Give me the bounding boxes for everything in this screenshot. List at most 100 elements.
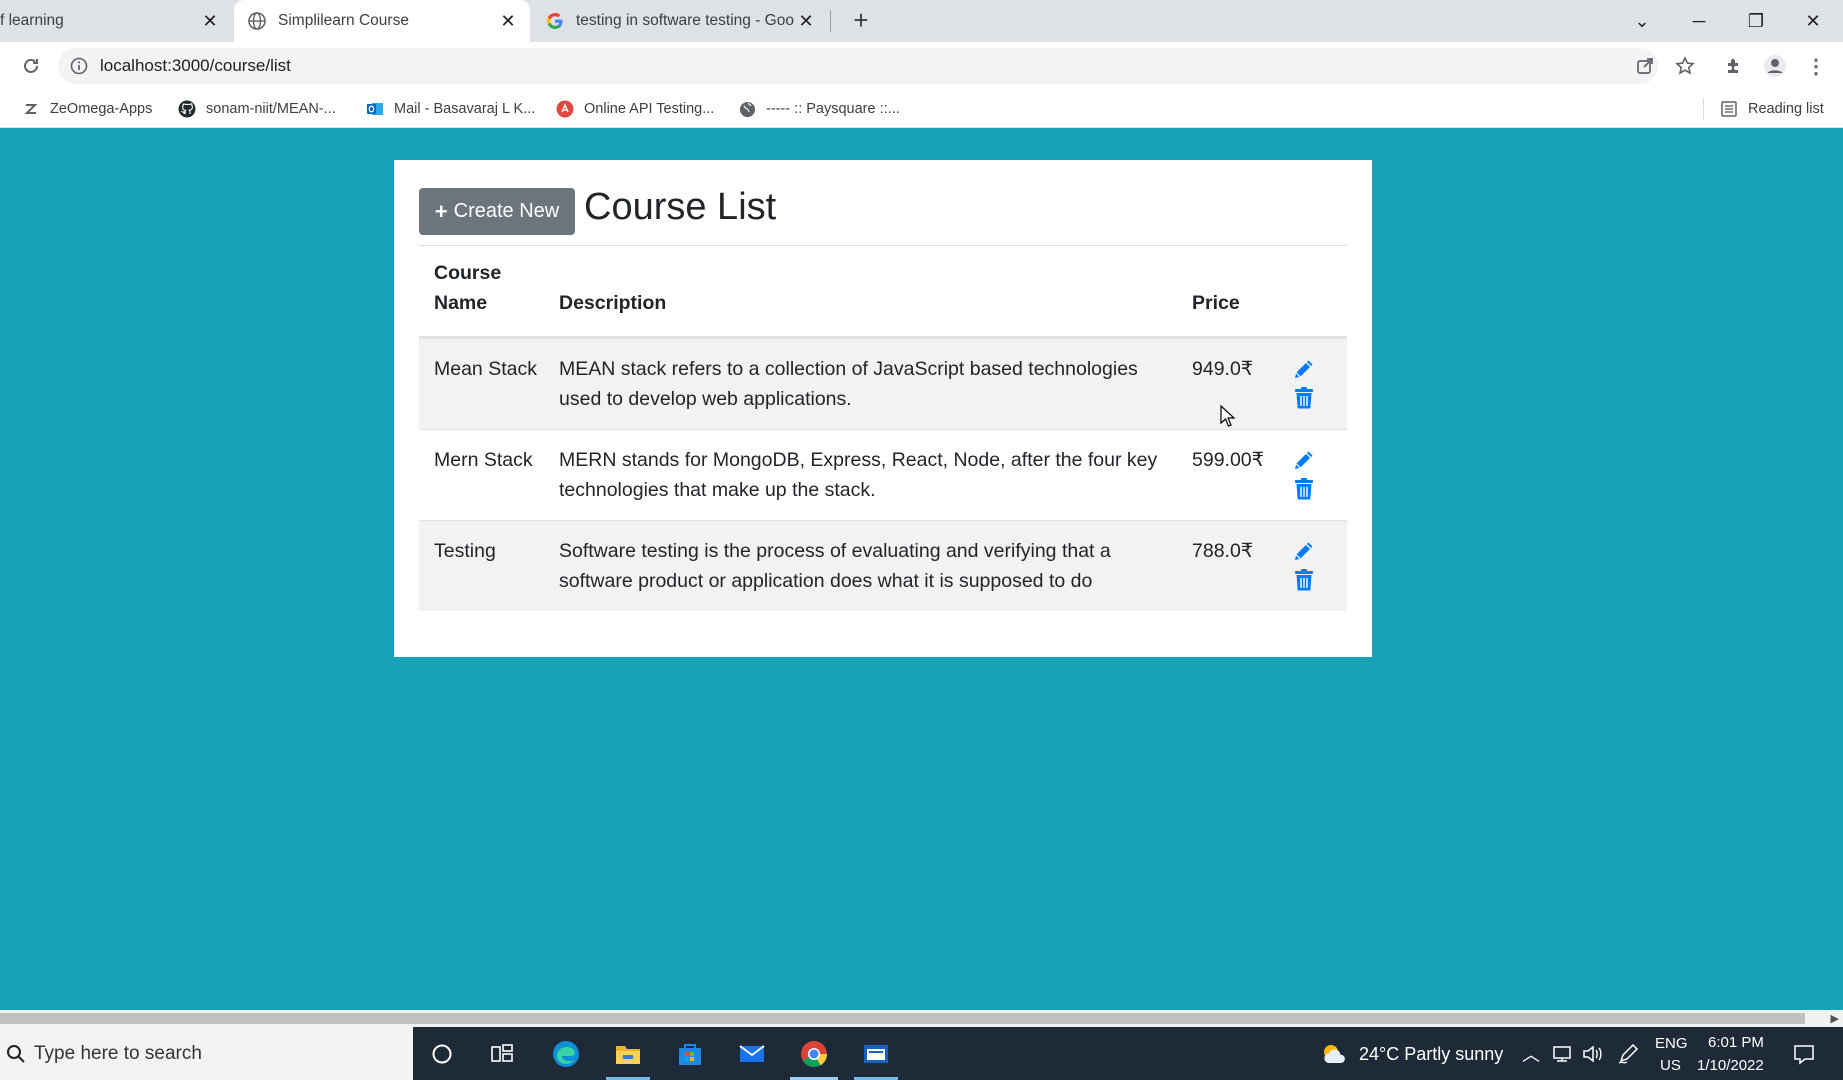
language-indicator[interactable]: ENG <box>1655 1035 1688 1052</box>
scrollbar-thumb[interactable] <box>0 1013 1805 1024</box>
delete-trash-icon[interactable] <box>1291 476 1317 502</box>
edit-pencil-icon[interactable] <box>1291 538 1317 564</box>
weather-text[interactable]: 24°C Partly sunny <box>1359 1044 1503 1065</box>
file-explorer-icon[interactable] <box>610 1036 646 1072</box>
app-window-icon[interactable] <box>858 1036 894 1072</box>
bookmark-item[interactable]: Online API Testing... <box>556 90 714 128</box>
page-title: Course List <box>584 186 777 228</box>
clock-date[interactable]: 1/10/2022 <box>1697 1057 1764 1074</box>
bookmark-label: sonam-niit/MEAN-... <box>206 101 336 117</box>
weather-icon[interactable] <box>1316 1036 1352 1072</box>
tab-learning[interactable]: f learning ✕ <box>0 0 232 42</box>
course-price: 949.0₹ <box>1192 358 1254 380</box>
tab-simplilearn-course[interactable]: Simplilearn Course ✕ <box>234 0 530 42</box>
bookmark-item[interactable]: Mail - Basavaraj L K... <box>366 90 535 128</box>
address-bar[interactable]: localhost:3000/course/list <box>58 48 1658 84</box>
edge-browser-icon[interactable] <box>548 1036 584 1072</box>
close-tab-icon[interactable]: ✕ <box>498 11 518 31</box>
tab-search-chevron-icon[interactable]: ⌄ <box>1625 4 1659 38</box>
scroll-right-arrow-icon[interactable]: ▶ <box>1831 1012 1839 1025</box>
bookmark-label: ZeOmega-Apps <box>50 101 153 117</box>
clock-time[interactable]: 6:01 PM <box>1708 1034 1764 1051</box>
course-price: 788.0₹ <box>1192 540 1254 562</box>
delete-trash-icon[interactable] <box>1291 385 1317 411</box>
menu-kebab-icon[interactable]: ⋮ <box>1802 52 1830 80</box>
course-name: Testing <box>434 540 496 562</box>
new-tab-button[interactable]: + <box>846 6 876 36</box>
close-tab-icon[interactable]: ✕ <box>796 11 816 31</box>
bookmark-label: Mail - Basavaraj L K... <box>394 101 536 117</box>
tab-separator <box>830 10 831 32</box>
column-header-course-name: Course Name <box>434 262 502 314</box>
minimize-icon[interactable]: ─ <box>1682 4 1716 38</box>
restore-icon[interactable]: ❐ <box>1739 4 1773 38</box>
search-placeholder: Type here to search <box>34 1042 202 1064</box>
browser-toolbar: localhost:3000/course/list ⋮ <box>0 42 1843 90</box>
mouse-cursor-icon <box>1220 405 1236 427</box>
close-window-icon[interactable]: ✕ <box>1796 4 1830 38</box>
api-testing-icon <box>556 100 574 118</box>
course-description: MERN stands for MongoDB, Express, React,… <box>559 449 1158 501</box>
notifications-icon[interactable] <box>1786 1036 1822 1072</box>
globe-icon <box>248 12 266 30</box>
chrome-icon[interactable] <box>796 1036 832 1072</box>
volume-icon[interactable] <box>1574 1036 1610 1072</box>
delete-trash-icon[interactable] <box>1291 567 1317 593</box>
tab-title: f learning <box>0 12 64 29</box>
github-icon <box>178 100 196 118</box>
show-hidden-icons-chevron-icon[interactable]: ︿ <box>1522 1041 1540 1067</box>
horizontal-scrollbar[interactable]: ▶ <box>0 1010 1843 1027</box>
column-header-price: Price <box>1192 292 1240 314</box>
reload-icon[interactable] <box>17 52 45 80</box>
tab-strip: f learning ✕ Simplilearn Course ✕ testin… <box>0 0 1843 42</box>
tab-title: Simplilearn Course <box>278 12 409 29</box>
mail-icon[interactable] <box>734 1036 770 1072</box>
column-header-description: Description <box>559 292 667 314</box>
zeomega-icon <box>22 100 40 118</box>
bookmark-item[interactable]: ZeOmega-Apps <box>22 90 152 128</box>
region-indicator[interactable]: US <box>1660 1057 1681 1074</box>
course-name: Mern Stack <box>434 449 533 471</box>
windows-taskbar: Type here to search 24°C Partly sunny ︿ … <box>0 1027 1843 1080</box>
course-name: Mean Stack <box>434 358 537 380</box>
close-tab-icon[interactable]: ✕ <box>200 11 220 31</box>
edit-pencil-icon[interactable] <box>1291 356 1317 382</box>
bookmark-item[interactable]: sonam-niit/MEAN-... <box>178 90 336 128</box>
search-icon <box>7 1044 25 1063</box>
share-icon[interactable] <box>1631 52 1659 80</box>
bookmark-item[interactable]: ----- :: Paysquare ::... <box>738 90 900 128</box>
info-icon[interactable] <box>70 57 88 75</box>
edit-pencil-icon[interactable] <box>1291 447 1317 473</box>
profile-avatar-icon[interactable] <box>1761 52 1789 80</box>
cortana-icon[interactable] <box>424 1036 460 1072</box>
google-icon <box>547 13 563 29</box>
bookmark-star-icon[interactable] <box>1671 52 1699 80</box>
plus-icon: + <box>434 198 448 224</box>
extensions-icon[interactable] <box>1720 52 1748 80</box>
create-new-label: Create New <box>453 200 560 222</box>
reading-list-icon <box>1720 100 1738 118</box>
table-row: Mern Stack MERN stands for MongoDB, Expr… <box>419 429 1347 520</box>
course-price: 599.00₹ <box>1192 449 1265 471</box>
table-header: Course Name Description Price <box>419 246 1347 338</box>
tab-google-search[interactable]: testing in software testing - Goo ✕ <box>532 0 828 42</box>
bookmark-label: ----- :: Paysquare ::... <box>766 101 900 117</box>
table-row: Testing Software testing is the process … <box>419 520 1347 611</box>
taskbar-search-box[interactable]: Type here to search <box>0 1027 413 1080</box>
url-text: localhost:3000/course/list <box>100 56 291 75</box>
bookmarks-bar: ZeOmega-Apps sonam-niit/MEAN-... Mail - … <box>0 90 1843 128</box>
outlook-icon <box>366 100 384 118</box>
microsoft-store-icon[interactable] <box>672 1036 708 1072</box>
bookmarks-separator <box>1703 98 1704 120</box>
create-new-button[interactable]: + Create New <box>419 188 575 235</box>
course-description: MEAN stack refers to a collection of Jav… <box>559 358 1138 410</box>
pen-ink-icon[interactable] <box>1610 1036 1646 1072</box>
course-description: Software testing is the process of evalu… <box>559 540 1111 592</box>
reading-list-label: Reading list <box>1748 101 1824 117</box>
course-table: Course Name Description Price Mean Stack… <box>419 246 1347 611</box>
tab-title: testing in software testing - Goo <box>576 12 794 29</box>
table-row: Mean Stack MEAN stack refers to a collec… <box>419 338 1347 429</box>
card-header: + Create New Course List <box>419 186 1347 246</box>
reading-list-button[interactable]: Reading list <box>1720 90 1824 128</box>
task-view-icon[interactable] <box>484 1036 520 1072</box>
